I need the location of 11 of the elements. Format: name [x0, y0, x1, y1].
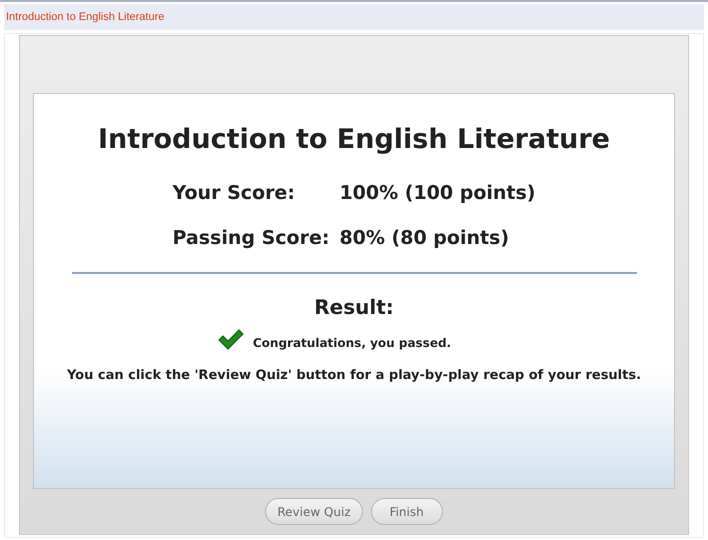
quiz-button[interactable]: Finish	[370, 498, 443, 525]
score-label: Your Score:	[172, 180, 296, 206]
score-value: 80% (80 points)	[339, 226, 510, 251]
hint-text: You can click the 'Review Quiz' button for a play-by-play recap of your results.	[66, 366, 642, 384]
quiz-title: Introduction to English Literature	[98, 123, 610, 157]
score-label: Passing Score:	[172, 226, 330, 251]
header-title: Introduction to English Literature	[6, 10, 164, 25]
score-value: 100% (100 points)	[339, 180, 536, 206]
quiz-button[interactable]: Review Quiz	[265, 498, 363, 525]
result-heading: Result:	[314, 294, 394, 320]
result-message: Congratulations, you passed.	[252, 334, 452, 352]
